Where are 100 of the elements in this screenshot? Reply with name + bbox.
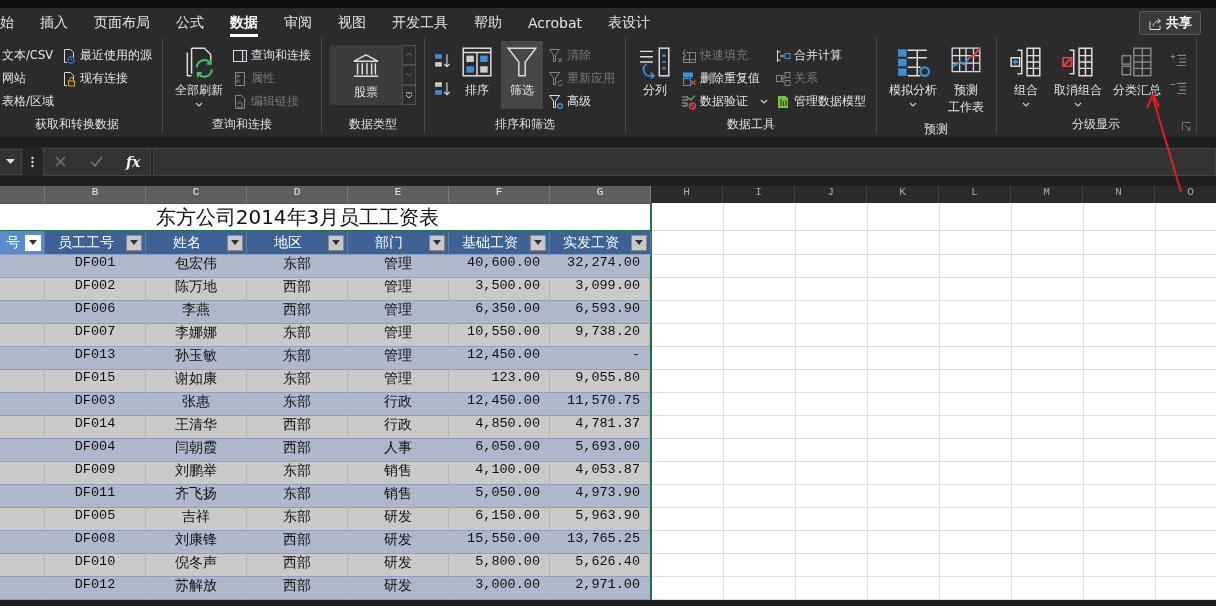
caret-icon xyxy=(194,102,203,107)
caret-icon xyxy=(635,240,643,245)
filter-button[interactable] xyxy=(328,234,344,251)
ribbon-button[interactable]: 筛选 xyxy=(500,41,543,109)
ribbon-button[interactable]: 现有连接 xyxy=(58,67,154,90)
ribbon-button[interactable]: 全部刷新 xyxy=(170,41,227,111)
ribbon-button[interactable]: 高级 xyxy=(545,90,617,113)
table-cell: 研发 xyxy=(348,577,449,600)
column-header[interactable]: E xyxy=(348,186,449,203)
relationships-icon xyxy=(774,70,791,87)
ribbon-button[interactable]: 管理数据模型 xyxy=(772,90,868,113)
caret-icon xyxy=(908,102,917,107)
header-label: 部门 xyxy=(373,233,404,252)
filter-button[interactable] xyxy=(530,234,546,251)
table-cell: 西部 xyxy=(247,577,348,600)
ribbon-button[interactable]: 合并计算 xyxy=(772,44,868,67)
remove-duplicates-icon xyxy=(680,70,697,87)
subtotal-icon xyxy=(1119,45,1154,79)
header-label: 地区 xyxy=(272,233,303,252)
ribbon-button[interactable]: 文本/CSV xyxy=(0,44,56,67)
ribbon-tab[interactable]: 插入 xyxy=(27,8,81,38)
column-header[interactable]: D xyxy=(247,186,348,203)
header-label: 基础工资 xyxy=(460,233,519,252)
ribbon-tab[interactable]: 表设计 xyxy=(595,8,663,38)
more-icon xyxy=(31,155,34,168)
ungroup-rows-icon xyxy=(1060,45,1095,79)
ribbon-tab[interactable]: 帮助 xyxy=(461,8,515,38)
sort-grid-icon xyxy=(459,45,494,79)
table-cell: 3,000.00 xyxy=(449,577,550,600)
more-chevron-icon xyxy=(404,91,413,99)
caret-icon xyxy=(332,240,340,245)
name-box-dropdown[interactable] xyxy=(0,148,22,175)
caret-icon xyxy=(1021,102,1030,107)
ribbon-button[interactable]: 网站 xyxy=(0,67,56,90)
ribbon-tab[interactable]: 公式 xyxy=(163,8,217,38)
table-cell: 2,971.00 xyxy=(550,577,650,600)
ribbon-tab[interactable]: Acrobat xyxy=(515,8,595,38)
table-title: 东方公司2014年3月员工工资表 xyxy=(0,203,650,231)
group-rows-icon xyxy=(1008,45,1043,79)
column-header[interactable]: G xyxy=(550,186,651,203)
header-label: 员工工号 xyxy=(56,233,115,252)
funnel-refresh-icon xyxy=(547,70,564,87)
group-label: 数据类型 xyxy=(347,116,398,133)
column-header[interactable]: C xyxy=(146,186,247,203)
ribbon-button[interactable]: 分列 xyxy=(633,41,676,109)
data-validation-icon xyxy=(680,93,697,110)
caret-icon xyxy=(534,240,542,245)
caret-icon xyxy=(1073,102,1082,107)
table-cell: 苏解放 xyxy=(146,577,247,600)
funnel-gear-icon xyxy=(547,93,564,110)
dialog-launcher-button[interactable] xyxy=(1180,121,1192,132)
ribbon-button[interactable]: 排序 xyxy=(455,41,498,109)
header-label: 实发工资 xyxy=(561,233,620,252)
share-button[interactable]: 共享 xyxy=(1139,11,1201,35)
funnel-clear-icon xyxy=(547,47,564,64)
ribbon-button[interactable]: 数据验证 xyxy=(678,90,770,113)
group-label: 数据工具 xyxy=(725,116,776,133)
ribbon-tab[interactable]: 审阅 xyxy=(271,8,325,38)
ribbon-tab[interactable]: 开发工具 xyxy=(379,8,461,38)
ribbon-tab[interactable]: 视图 xyxy=(325,8,379,38)
caret-icon xyxy=(433,240,441,245)
ribbon-button[interactable]: 查询和连接 xyxy=(229,44,313,67)
group-label: 分级显示 xyxy=(1071,116,1122,133)
ribbon-button[interactable]: 取消组合 xyxy=(1049,41,1106,111)
column-header[interactable]: F xyxy=(449,186,550,203)
filter-button[interactable] xyxy=(227,234,243,251)
filter-button[interactable] xyxy=(631,234,647,251)
chevron-up-icon xyxy=(404,51,413,59)
launcher-arrow-icon xyxy=(1181,122,1191,131)
ribbon-button[interactable]: 表格/区域 xyxy=(0,90,56,113)
column-header[interactable]: B xyxy=(45,186,146,203)
caret-icon xyxy=(231,240,239,245)
insert-function-button[interactable]: fx xyxy=(122,153,145,170)
panel-icon xyxy=(231,47,248,64)
ribbon-button[interactable]: 组合 xyxy=(1004,41,1047,111)
ribbon-button[interactable]: 预测 工作表 xyxy=(943,41,988,120)
group-label: 查询和连接 xyxy=(210,116,273,133)
ribbon-button[interactable]: 模拟分析 xyxy=(884,41,941,111)
share-icon xyxy=(1148,16,1162,30)
ribbon-button[interactable]: 最近使用的源 xyxy=(58,44,154,67)
group-label: 排序和筛选 xyxy=(493,116,556,133)
table-cell: DF012 xyxy=(45,577,146,600)
header-label: 号 xyxy=(4,233,21,252)
caret-icon xyxy=(759,99,768,104)
caret-icon xyxy=(29,240,37,245)
funnel-icon xyxy=(504,45,539,79)
group-label: 获取和转换数据 xyxy=(33,116,120,133)
ribbon-tab[interactable]: 页面布局 xyxy=(81,8,163,38)
filter-button[interactable] xyxy=(126,234,142,251)
ribbon-button[interactable]: 删除重复值 xyxy=(678,67,770,90)
chevron-down-icon xyxy=(404,71,413,79)
ribbon-tab[interactable]: 数据 xyxy=(217,8,271,38)
ribbon-tab[interactable]: 始 xyxy=(0,8,27,38)
gallery-item[interactable]: 股票 xyxy=(329,45,402,105)
text-to-columns-icon xyxy=(637,45,672,79)
flash-fill-icon xyxy=(680,47,697,64)
filter-button[interactable] xyxy=(429,234,445,251)
formula-input-field[interactable] xyxy=(153,147,1216,176)
group-label: 预测 xyxy=(923,121,950,137)
header-label: 姓名 xyxy=(171,233,202,252)
